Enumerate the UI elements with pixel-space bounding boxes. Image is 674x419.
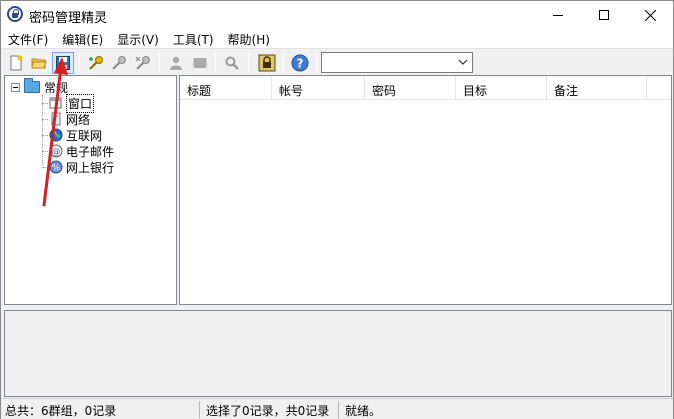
column-account[interactable]: 帐号 [272, 76, 365, 100]
edit-key-button[interactable] [108, 52, 130, 74]
record-list: 标题 帐号 密码 目标 备注 [179, 75, 672, 305]
new-document-icon [10, 55, 23, 71]
close-icon [644, 9, 656, 21]
chevron-down-icon [458, 57, 468, 68]
menu-edit[interactable]: 编辑(E) [55, 29, 110, 48]
svg-text:?: ? [297, 57, 304, 71]
toolbar-separator [159, 53, 160, 72]
add-key-button[interactable] [85, 52, 107, 74]
status-groups: 总共：6群组，0记录 [1, 401, 200, 418]
user-button[interactable] [165, 52, 187, 74]
maximize-button[interactable] [581, 1, 627, 29]
toolbar-separator [248, 53, 249, 72]
delete-key-icon [135, 56, 150, 70]
menu-bar: 文件(F) 编辑(E) 显示(V) 工具(T) 帮助(H) [1, 29, 673, 48]
card-button[interactable] [189, 52, 211, 74]
lock-icon [258, 54, 276, 72]
toolbar-separator [283, 53, 284, 72]
help-button[interactable]: ? [289, 52, 311, 74]
toolbar-separator [215, 53, 216, 72]
column-title[interactable]: 标题 [180, 76, 272, 100]
toolbar: ? [1, 48, 673, 75]
annotation-arrow [42, 57, 68, 207]
menu-tools[interactable]: 工具(T) [166, 29, 221, 48]
lock-button[interactable] [256, 52, 278, 74]
user-icon [170, 56, 182, 70]
maximize-icon [599, 10, 609, 20]
search-button[interactable] [221, 52, 243, 74]
new-button[interactable] [5, 52, 27, 74]
column-password[interactable]: 密码 [365, 76, 456, 100]
card-icon [193, 58, 207, 68]
delete-key-button[interactable] [132, 52, 154, 74]
status-selection: 选择了0记录，共0记录 [202, 401, 339, 418]
detail-panel [4, 310, 672, 397]
collapse-icon[interactable] [11, 82, 20, 92]
column-notes[interactable]: 备注 [547, 76, 647, 100]
status-bar: 总共：6群组，0记录 选择了0记录，共0记录 就绪。 [1, 398, 673, 419]
minimize-button[interactable] [535, 1, 581, 29]
edit-key-icon [112, 56, 126, 70]
menu-help[interactable]: 帮助(H) [221, 29, 277, 48]
window-title: 密码管理精灵 [29, 11, 108, 26]
menu-file[interactable]: 文件(F) [1, 29, 55, 48]
toolbar-separator [316, 53, 317, 72]
app-window: 密码管理精灵 文件(F) 编辑(E) 显示(V) 工具(T) 帮助(H) ? 常… [0, 0, 674, 419]
filter-combo[interactable] [321, 52, 473, 73]
help-icon: ? [291, 54, 309, 72]
app-lock-icon [7, 6, 23, 22]
column-target[interactable]: 目标 [456, 76, 547, 100]
close-button[interactable] [627, 1, 673, 29]
title-bar: 密码管理精灵 [1, 1, 673, 29]
category-tree: 常规 窗口 网络 互联网 @ 电子邮件 % 网上银行 [4, 75, 177, 305]
status-state: 就绪。 [345, 404, 382, 418]
list-header: 标题 帐号 密码 目标 备注 [180, 76, 671, 100]
add-key-icon [89, 56, 103, 70]
search-icon [225, 56, 239, 70]
minimize-icon [553, 14, 563, 16]
menu-view[interactable]: 显示(V) [110, 29, 166, 48]
